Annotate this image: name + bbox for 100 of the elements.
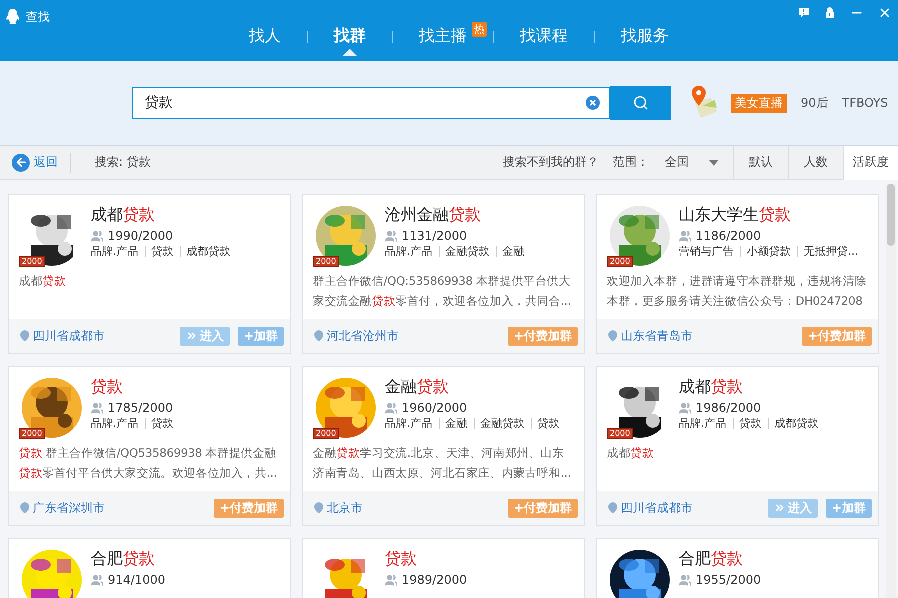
- double-chevron-icon: [774, 502, 786, 514]
- group-card[interactable]: 合肥贷款 914/1000: [8, 538, 291, 598]
- group-tag: 品牌.产品: [385, 418, 438, 429]
- members-icon: [679, 574, 692, 586]
- back-button[interactable]: 返回: [0, 152, 71, 172]
- members-icon: [385, 574, 398, 586]
- member-count: 1986/2000: [696, 401, 762, 415]
- sort-tab[interactable]: 默认: [733, 146, 788, 180]
- group-tag: 营销与广告: [679, 246, 740, 257]
- location-link[interactable]: 河北省沧州市: [313, 328, 500, 344]
- group-tag: 金融贷款: [438, 246, 496, 257]
- location-link[interactable]: 四川省成都市: [607, 500, 760, 516]
- location-link[interactable]: 山东省青岛市: [607, 328, 794, 344]
- hot-search-tag[interactable]: TFBOYS: [842, 96, 888, 110]
- group-tag: 成都贷款: [180, 246, 236, 257]
- nav-tab[interactable]: 找服务: [621, 24, 669, 55]
- members-icon: [91, 230, 104, 242]
- group-card[interactable]: 2000 沧州金融贷款 1131/2000 品牌.产品 金融贷款 金融 群主合作微信/QQ:535869938 本群提供平台供大 家交流金融贷款零首付，欢迎各位加入，共同合... 河北省沧州市 +付费加群: [302, 194, 585, 354]
- members-icon: [385, 230, 398, 242]
- member-count: 1955/2000: [696, 573, 762, 587]
- member-count: 1990/2000: [108, 229, 174, 243]
- group-tag: 品牌.产品: [91, 418, 144, 429]
- members-icon: [91, 402, 104, 414]
- group-tag: 成都贷款: [768, 418, 824, 429]
- group-name: 合肥贷款: [91, 549, 156, 570]
- members-icon: [385, 402, 398, 414]
- members-icon: [91, 574, 104, 586]
- group-tag: 贷款: [732, 418, 768, 429]
- group-tag: 品牌.产品: [385, 246, 438, 257]
- feedback-icon[interactable]: [798, 7, 810, 19]
- location-pin-icon: [19, 330, 31, 342]
- scrollbar[interactable]: [886, 184, 896, 598]
- group-name: 贷款: [385, 549, 418, 570]
- back-arrow-icon: [14, 156, 28, 169]
- hot-badge: 热: [472, 22, 487, 37]
- caret-icon: [709, 160, 719, 166]
- group-tag: 品牌.产品: [679, 418, 732, 429]
- range-label: 范围：: [613, 154, 649, 171]
- map-pin-icon[interactable]: [689, 86, 719, 120]
- group-description: 欢迎加入本群，进群请遵守本群群规，违规将清除: [607, 273, 868, 290]
- group-card[interactable]: 2000 成都贷款 1986/2000 品牌.产品 贷款 成都贷款 成都贷款 四川省成都市 进入 +加群: [596, 366, 879, 526]
- group-tag: 贷款: [144, 246, 180, 257]
- nav-tab[interactable]: 找人: [249, 24, 281, 55]
- lock-icon[interactable]: [824, 7, 836, 19]
- window-title: 查找: [26, 8, 50, 26]
- search-field[interactable]: 贷款: [132, 87, 610, 119]
- member-count: 1186/2000: [696, 229, 762, 243]
- group-card[interactable]: 合肥贷款 1955/2000: [596, 538, 879, 598]
- hot-search-tag[interactable]: 90后: [801, 94, 828, 112]
- search-icon: [632, 95, 648, 111]
- location-link[interactable]: 四川省成都市: [19, 328, 172, 344]
- group-tag: 金融: [438, 418, 474, 429]
- group-name: 山东大学生贷款: [679, 205, 792, 226]
- location-link[interactable]: 广东省深圳市: [19, 500, 206, 516]
- member-limit-badge: 2000: [607, 428, 634, 439]
- close-icon[interactable]: [878, 6, 892, 20]
- location-link[interactable]: 北京市: [313, 500, 500, 516]
- group-name: 成都贷款: [91, 205, 156, 226]
- range-dropdown[interactable]: 全国: [665, 154, 719, 171]
- group-description: 群主合作微信/QQ:535869938 本群提供平台供大: [313, 273, 572, 290]
- group-card[interactable]: 2000 金融贷款 1960/2000 品牌.产品 金融 金融贷款 贷款 金融贷款学习交流.北京、天津、河南郑州、山东 济南青岛、山西太原、河北石家庄、内蒙古呼和... 北京市 +付费加群: [302, 366, 585, 526]
- group-tag: 金融贷款: [474, 418, 530, 429]
- member-limit-badge: 2000: [19, 428, 46, 439]
- member-count: 1131/2000: [402, 229, 468, 243]
- clear-icon[interactable]: [586, 96, 600, 110]
- member-limit-badge: 2000: [607, 256, 634, 267]
- members-icon: [679, 230, 692, 242]
- group-description: 金融贷款学习交流.北京、天津、河南郑州、山东: [313, 445, 566, 462]
- group-card[interactable]: 2000 成都贷款 1990/2000 品牌.产品 贷款 成都贷款 成都贷款 四川省成都市 进入 +加群: [8, 194, 291, 354]
- group-tag: 金融: [496, 246, 530, 257]
- search-query-label: 搜索: 贷款: [95, 154, 152, 171]
- group-name: 沧州金融贷款: [385, 205, 482, 226]
- member-count: 1960/2000: [402, 401, 468, 415]
- location-pin-icon: [19, 502, 31, 514]
- member-count: 1989/2000: [402, 573, 468, 587]
- group-name: 成都贷款: [679, 377, 744, 398]
- group-tag: 小额贷款: [740, 246, 797, 257]
- group-description: 贷款零首付平台供大家交流。欢迎各位加入，共...: [19, 465, 278, 482]
- hot-search-tag[interactable]: 美女直播: [731, 94, 787, 112]
- group-card[interactable]: 贷款 1989/2000: [302, 538, 585, 598]
- group-card[interactable]: 2000 山东大学生贷款 1186/2000 营销与广告 小额贷款 无抵押贷... 欢迎加入本群，进群请遵守本群群规，违规将清除 本群，更多服务请关注微信公众号：DH0247208 山东省青岛市 +付费加群: [596, 194, 879, 354]
- group-description: 贷款 群主合作微信/QQ535869938 本群提供金融: [19, 445, 278, 462]
- double-chevron-icon: [186, 330, 198, 342]
- group-name: 合肥贷款: [679, 549, 744, 570]
- search-button[interactable]: [610, 86, 671, 120]
- group-tag: 品牌.产品: [91, 246, 144, 257]
- help-link[interactable]: 搜索不到我的群？: [503, 154, 599, 171]
- location-pin-icon: [313, 330, 325, 342]
- member-limit-badge: 2000: [313, 256, 340, 267]
- penguin-logo-icon: [6, 9, 20, 25]
- group-description: 成都贷款: [19, 273, 68, 290]
- group-tag: 无抵押贷...: [797, 246, 864, 257]
- member-count: 1785/2000: [108, 401, 174, 415]
- nav-tab[interactable]: 找课程: [520, 24, 568, 55]
- sort-tab[interactable]: 活跃度: [843, 146, 898, 180]
- group-name: 贷款: [91, 377, 124, 398]
- group-description: 本群，更多服务请关注微信公众号：DH0247208: [607, 293, 864, 310]
- member-limit-badge: 2000: [313, 428, 340, 439]
- member-count: 914/1000: [108, 573, 166, 587]
- group-card[interactable]: 2000 贷款 1785/2000 品牌.产品 贷款 贷款 群主合作微信/QQ535869938 本群提供金融 贷款零首付平台供大家交流。欢迎各位加入，共... 广东省深圳市 +付费加群: [8, 366, 291, 526]
